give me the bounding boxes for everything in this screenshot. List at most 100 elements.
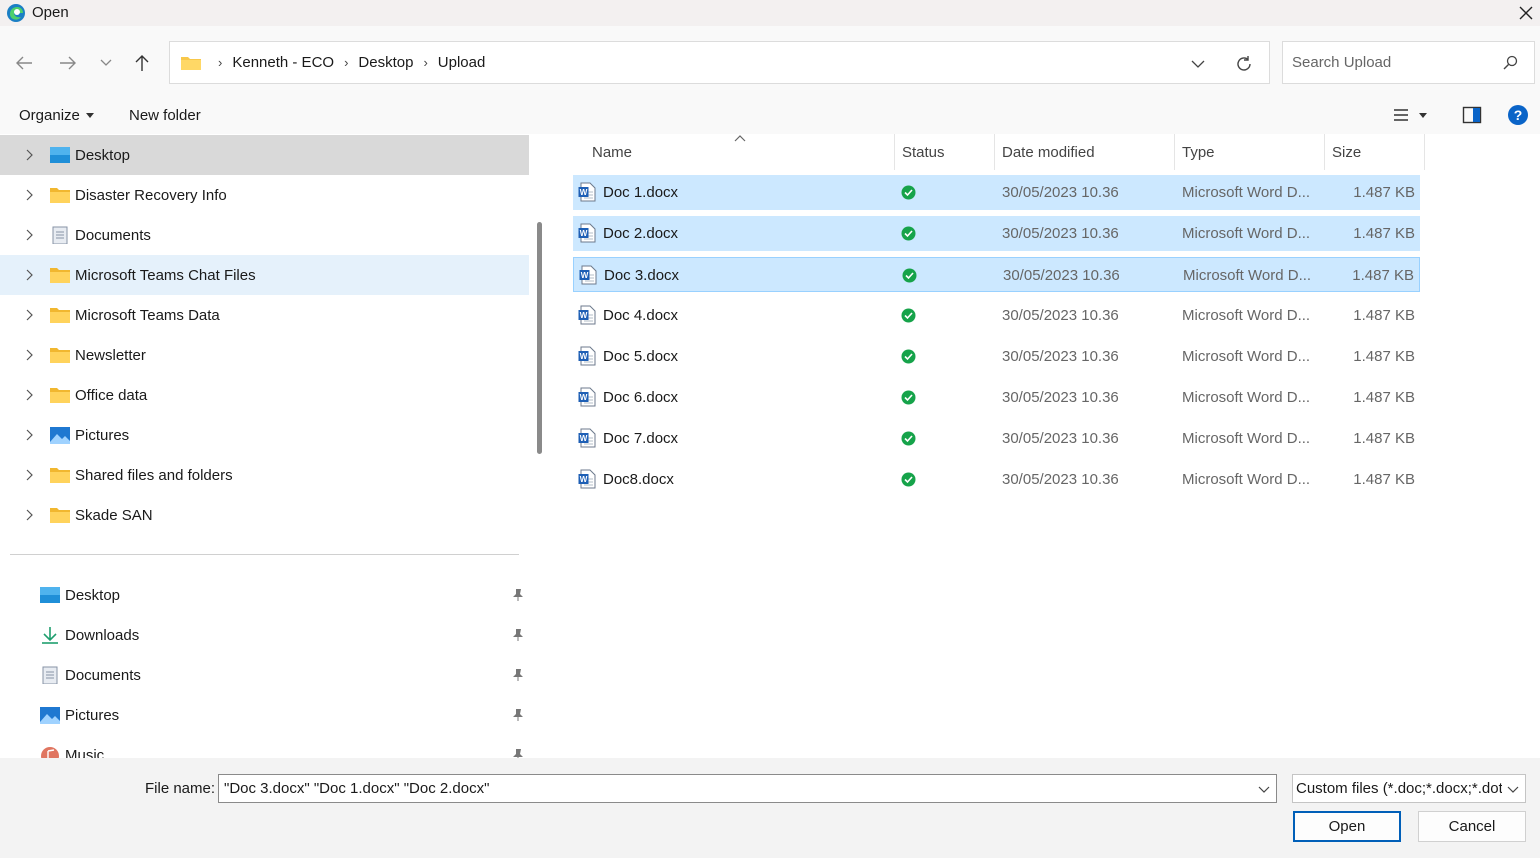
file-row[interactable]: W Doc 1.docx 30/05/2023 10.36 Microsoft Wor… (573, 175, 1420, 210)
quick-access-item[interactable]: Documents (0, 655, 529, 695)
close-button[interactable] (1512, 0, 1540, 26)
preview-pane-icon[interactable] (1462, 105, 1482, 125)
folder-icon (50, 188, 70, 203)
quick-access-item[interactable]: Desktop (0, 575, 529, 615)
synced-check-icon (901, 390, 916, 405)
tree-item-label: Newsletter (75, 346, 146, 364)
search-input[interactable]: Search Upload (1282, 41, 1535, 84)
refresh-button[interactable] (1232, 53, 1256, 75)
arrow-up-icon (135, 55, 149, 71)
column-header-name[interactable]: Name (592, 134, 632, 170)
scrollbar-thumb[interactable] (537, 222, 542, 454)
file-row[interactable]: W Doc 3.docx 30/05/2023 10.36 Microsoft Wor… (573, 257, 1420, 292)
breadcrumb-desktop[interactable]: Desktop (358, 54, 413, 71)
change-view-button[interactable] (1393, 105, 1437, 125)
quick-access-item[interactable]: Pictures (0, 695, 529, 735)
column-header-status[interactable]: Status (902, 134, 945, 170)
chevron-right-icon[interactable] (23, 229, 35, 241)
new-folder-button[interactable]: New folder (129, 107, 201, 124)
breadcrumb-kenneth-eco[interactable]: Kenneth - ECO (232, 54, 334, 71)
help-icon[interactable]: ? (1507, 104, 1529, 126)
list-view-icon (1394, 109, 1408, 121)
recent-locations-button[interactable] (92, 52, 120, 74)
pin-icon[interactable] (511, 588, 525, 602)
chevron-right-icon[interactable] (23, 389, 35, 401)
column-header-type[interactable]: Type (1182, 134, 1215, 170)
pin-icon[interactable] (511, 748, 525, 758)
documents-icon (52, 226, 68, 244)
sort-ascending-icon (734, 135, 746, 142)
music-icon (41, 747, 59, 758)
chevron-right-icon[interactable] (23, 149, 35, 161)
word-document-icon: W (578, 428, 596, 448)
column-divider[interactable] (994, 134, 995, 170)
tree-item[interactable]: Pictures (0, 415, 529, 455)
file-row[interactable]: W Doc 4.docx 30/05/2023 10.36 Microsoft Wor… (573, 298, 1420, 333)
file-row[interactable]: W Doc 7.docx 30/05/2023 10.36 Microsoft Wor… (573, 421, 1420, 456)
pin-icon[interactable] (511, 628, 525, 642)
quick-access-label: Documents (65, 666, 141, 684)
chevron-down-icon[interactable] (1258, 783, 1270, 795)
word-document-icon: W (578, 182, 596, 202)
tree-item[interactable]: Microsoft Teams Chat Files (0, 255, 529, 295)
column-divider[interactable] (1174, 134, 1175, 170)
tree-item[interactable]: Newsletter (0, 335, 529, 375)
address-history-button[interactable] (1186, 54, 1210, 74)
chevron-right-icon: › (423, 55, 428, 70)
edge-icon (7, 4, 25, 22)
pin-icon[interactable] (511, 668, 525, 682)
tree-item[interactable]: Desktop (0, 135, 529, 175)
file-name-input[interactable]: "Doc 3.docx" "Doc 1.docx" "Doc 2.docx" (218, 774, 1277, 803)
chevron-right-icon[interactable] (23, 429, 35, 441)
organize-button[interactable]: Organize (19, 107, 94, 124)
tree-item[interactable]: Shared files and folders (0, 455, 529, 495)
synced-check-icon (901, 431, 916, 446)
chevron-right-icon[interactable] (23, 349, 35, 361)
file-row[interactable]: W Doc 5.docx 30/05/2023 10.36 Microsoft Wor… (573, 339, 1420, 374)
chevron-right-icon[interactable] (23, 189, 35, 201)
column-divider[interactable] (1324, 134, 1325, 170)
caret-down-icon (1419, 112, 1427, 118)
chevron-right-icon[interactable] (23, 309, 35, 321)
column-divider[interactable] (1424, 134, 1425, 170)
tree-item[interactable]: Office data (0, 375, 529, 415)
up-button[interactable] (128, 52, 156, 74)
tree-item[interactable]: Documents (0, 215, 529, 255)
forward-button[interactable] (54, 52, 82, 74)
title-bar: Open (0, 0, 1540, 26)
file-type: Microsoft Word D... (1182, 184, 1311, 201)
breadcrumb-upload[interactable]: Upload (438, 54, 486, 71)
synced-check-icon (901, 308, 916, 323)
desktop-icon (40, 587, 60, 603)
synced-check-icon (901, 472, 916, 487)
back-button[interactable] (10, 52, 38, 74)
tree-item-label: Shared files and folders (75, 466, 233, 484)
open-button[interactable]: Open (1293, 811, 1401, 842)
tree-item-label: Microsoft Teams Chat Files (75, 266, 256, 284)
tree-item-label: Office data (75, 386, 148, 404)
svg-text:W: W (581, 271, 589, 280)
tree-item[interactable]: Skade SAN (0, 495, 529, 535)
chevron-right-icon[interactable] (23, 509, 35, 521)
synced-check-icon (901, 226, 916, 241)
pin-icon[interactable] (511, 708, 525, 722)
file-row[interactable]: W Doc 2.docx 30/05/2023 10.36 Microsoft Wor… (573, 216, 1420, 251)
tree-item[interactable]: Microsoft Teams Data (0, 295, 529, 335)
file-type-select[interactable]: Custom files (*.doc;*.docx;*.dot; (1292, 774, 1526, 803)
column-header-date[interactable]: Date modified (1002, 134, 1095, 170)
chevron-right-icon[interactable] (23, 469, 35, 481)
file-row[interactable]: W Doc8.docx 30/05/2023 10.36 Microsoft Word… (573, 462, 1420, 497)
tree-item[interactable]: Disaster Recovery Info (0, 175, 529, 215)
address-bar[interactable]: › Kenneth - ECO › Desktop › Upload (169, 41, 1270, 84)
quick-access-item[interactable]: Music (0, 735, 529, 758)
chevron-right-icon[interactable] (23, 269, 35, 281)
arrow-right-icon (60, 56, 76, 70)
folder-icon (50, 468, 70, 483)
column-header-size[interactable]: Size (1332, 134, 1361, 170)
cancel-button[interactable]: Cancel (1418, 811, 1526, 842)
file-row[interactable]: W Doc 6.docx 30/05/2023 10.36 Microsoft Wor… (573, 380, 1420, 415)
quick-access-label: Desktop (65, 586, 121, 604)
column-divider[interactable] (894, 134, 895, 170)
command-bar: Organize New folder ? (0, 96, 1540, 134)
quick-access-item[interactable]: Downloads (0, 615, 529, 655)
